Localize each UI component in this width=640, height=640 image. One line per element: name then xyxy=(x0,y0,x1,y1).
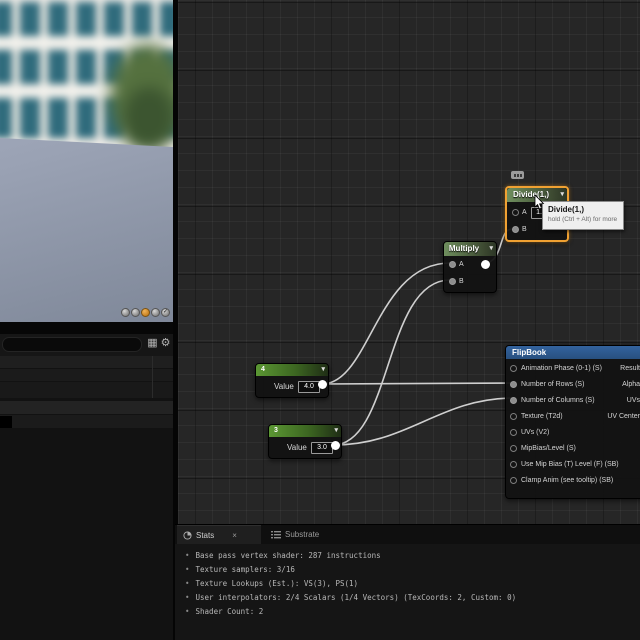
mouse-cursor-icon xyxy=(534,195,545,210)
chevron-down-icon[interactable]: ▾ xyxy=(489,242,493,256)
details-search[interactable] xyxy=(2,337,142,355)
details-panel xyxy=(0,356,173,640)
multiply-pin-a[interactable] xyxy=(449,261,456,268)
close-icon[interactable]: × xyxy=(232,531,237,540)
tooltip-subtitle: hold (Ctrl + Alt) for more xyxy=(548,216,618,223)
node-grip-icon xyxy=(511,171,524,179)
flipbook-pin-use-mip-bias[interactable] xyxy=(510,461,517,468)
node-constant-4[interactable]: 4 ▾ Value 4.0 xyxy=(255,363,329,398)
node-title: Multiply xyxy=(448,244,480,253)
node-title: 3 xyxy=(274,427,278,434)
preview-shape-cylinder-button[interactable] xyxy=(121,307,130,317)
gear-icon[interactable]: ⚙ xyxy=(159,336,172,350)
flipbook-pin-animation-phase[interactable] xyxy=(510,365,517,372)
stat-line: • Base pass vertex shader: 287 instructio… xyxy=(185,551,381,560)
flipbook-pin-mipbias-level[interactable] xyxy=(510,445,517,452)
divide-pin-a[interactable] xyxy=(512,209,519,216)
flipbook-pin-number-of-rows[interactable] xyxy=(510,381,517,388)
stats-panel: Stats × Substrate • Base pass vertex shad… xyxy=(175,524,640,640)
chevron-down-icon[interactable]: ▾ xyxy=(334,425,338,437)
node-title: FlipBook xyxy=(506,346,640,359)
preview-shape-toolbar: ✓ xyxy=(121,306,170,318)
material-preview-viewport[interactable]: ✓ xyxy=(0,0,173,322)
tab-stats[interactable]: Stats × xyxy=(177,525,261,544)
stats-list: • Base pass vertex shader: 287 instructio… xyxy=(185,549,516,619)
details-row[interactable] xyxy=(0,401,173,414)
const3-value[interactable]: 3.0 xyxy=(311,442,333,454)
tooltip-title: Divide(1,) xyxy=(548,205,585,214)
node-tooltip: Divide(1,) hold (Ctrl + Alt) for more xyxy=(542,201,624,230)
chevron-down-icon[interactable]: ▾ xyxy=(321,364,325,376)
search-input[interactable] xyxy=(3,342,141,355)
details-row[interactable] xyxy=(0,415,173,428)
node-multiply[interactable]: Multiply ▾ A B xyxy=(443,241,497,293)
node-title: 4 xyxy=(261,366,265,373)
grid-view-icon[interactable]: ▦ xyxy=(146,336,159,350)
flipbook-pin-clamp-anim[interactable] xyxy=(510,477,517,484)
substrate-icon xyxy=(271,531,281,539)
chevron-down-icon[interactable]: ▾ xyxy=(560,188,564,202)
const4-value[interactable]: 4.0 xyxy=(298,381,320,393)
const4-output-pin[interactable] xyxy=(318,380,327,389)
viewport-bottom-divider xyxy=(0,322,173,334)
flipbook-pin-number-of-columns[interactable] xyxy=(510,397,517,404)
flipbook-pin-texture[interactable] xyxy=(510,413,517,420)
node-constant-3[interactable]: 3 ▾ Value 3.0 xyxy=(268,424,342,459)
multiply-pin-b[interactable] xyxy=(449,278,456,285)
details-toolbar: ▦ ⚙ xyxy=(0,334,173,356)
details-row[interactable] xyxy=(0,382,173,398)
const3-output-pin[interactable] xyxy=(331,441,340,450)
preview-shape-cube-button[interactable] xyxy=(151,307,160,317)
stat-line: • Texture samplers: 3/16 xyxy=(185,565,295,574)
stats-icon xyxy=(183,530,192,540)
preview-shape-sphere-button[interactable] xyxy=(131,307,140,317)
divide-pin-b[interactable] xyxy=(512,226,519,233)
preview-shape-plane-button[interactable] xyxy=(141,307,150,317)
stat-line: • Texture Lookups (Est.): VS(3), PS(1) xyxy=(185,579,359,588)
node-flipbook[interactable]: FlipBook Animation Phase (0-1) (S) Resul… xyxy=(505,345,640,499)
flipbook-pin-uvs[interactable] xyxy=(510,429,517,436)
details-row[interactable] xyxy=(0,369,173,381)
preview-shape-mesh-button[interactable]: ✓ xyxy=(161,307,170,317)
details-value-box[interactable] xyxy=(0,416,12,428)
stat-line: • Shader Count: 2 xyxy=(185,607,264,616)
tab-substrate[interactable]: Substrate xyxy=(265,525,335,544)
node-title: Divide(1,) xyxy=(512,190,549,199)
details-row[interactable] xyxy=(0,356,173,368)
stats-tabstrip: Stats × Substrate xyxy=(175,525,640,544)
stat-line: • User interpolators: 2/4 Scalars (1/4 Ve… xyxy=(185,593,517,602)
multiply-output-pin[interactable] xyxy=(481,260,490,269)
material-editor-window: ✓ ▦ ⚙ Divide(1,) ▾ A 1.0 B Multiply ▾ A … xyxy=(0,0,640,640)
